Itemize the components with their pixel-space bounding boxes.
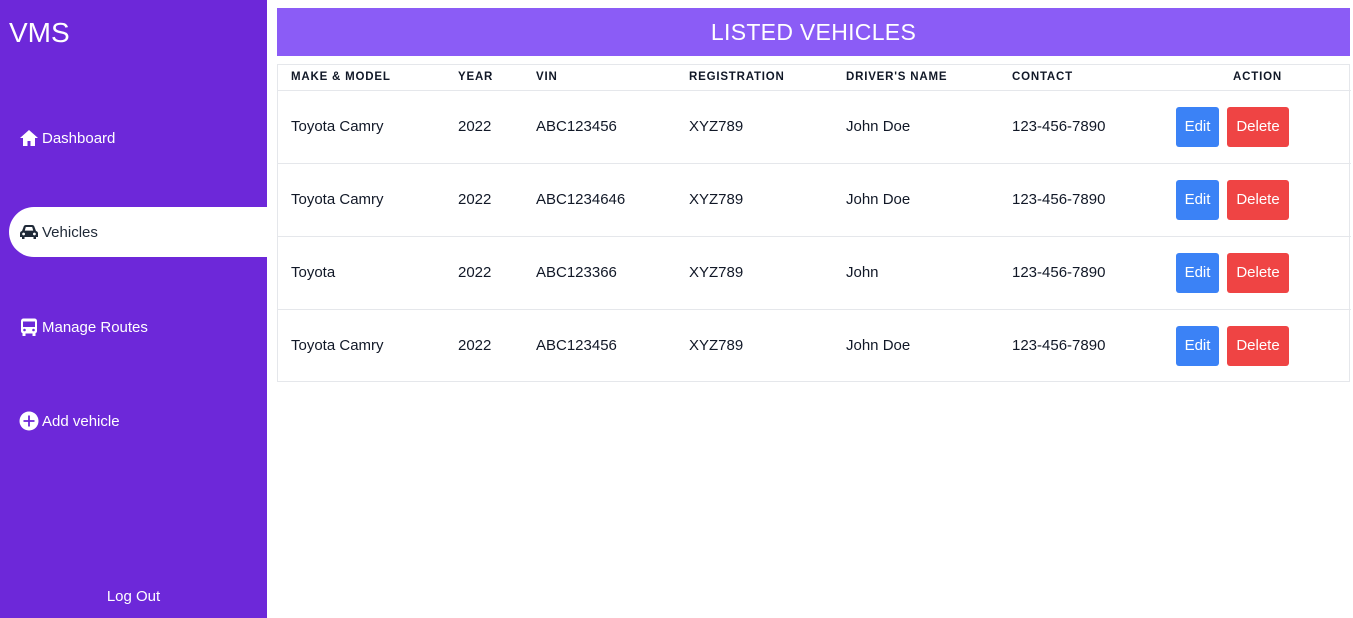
sidebar-item-label: Manage Routes	[42, 318, 148, 336]
cell-contact: 123-456-7890	[999, 236, 1164, 310]
cell-contact: 123-456-7890	[999, 90, 1164, 164]
cell-driver: John	[833, 236, 999, 310]
edit-button[interactable]: Edit	[1176, 179, 1219, 220]
cell-year: 2022	[458, 337, 492, 355]
edit-button[interactable]: Edit	[1176, 325, 1219, 366]
column-header-year[interactable]: YEAR	[445, 65, 523, 91]
cell-contact: 123-456-7890	[1012, 337, 1106, 355]
cell-registration: XYZ789	[689, 337, 744, 355]
page-title: LISTED VEHICLES	[710, 18, 917, 45]
cell-actions: Edit Delete	[1164, 163, 1351, 237]
edit-button[interactable]: Edit	[1176, 252, 1219, 293]
column-header-vin[interactable]: VIN	[523, 65, 676, 91]
delete-button[interactable]: Delete	[1227, 252, 1289, 293]
column-header-registration[interactable]: REGISTRATION	[676, 65, 833, 91]
table-row: Toyota Camry 2022 ABC123456 XYZ789 John …	[278, 90, 1351, 164]
sidebar-item-label: Dashboard	[42, 129, 116, 147]
table-row: Toyota Camry 2022 ABC123456 XYZ789 John …	[278, 309, 1351, 382]
column-header-contact[interactable]: CONTACT	[999, 65, 1164, 91]
cell-vin: ABC123456	[536, 337, 617, 355]
column-header-action: ACTION	[1164, 65, 1351, 91]
cell-make-model: Toyota Camry	[278, 163, 445, 237]
plus-circle-icon	[19, 411, 39, 431]
sidebar-item-dashboard[interactable]: Dashboard	[9, 113, 267, 163]
cell-actions: Edit Delete	[1164, 236, 1351, 310]
column-header-driver-name[interactable]: DRIVER'S NAME	[833, 65, 999, 91]
delete-button[interactable]: Delete	[1227, 179, 1289, 220]
cell-year: 2022	[445, 236, 523, 310]
brand-logo: VMS	[9, 17, 70, 48]
car-icon	[19, 222, 39, 242]
vehicles-table-container: MAKE & MODEL YEAR VIN REGISTRATION DRIVE…	[277, 64, 1351, 382]
cell-driver: John Doe	[846, 337, 911, 355]
cell-registration: XYZ789	[676, 236, 833, 310]
cell-driver: John Doe	[833, 90, 999, 164]
cell-vin: ABC123456	[523, 90, 676, 164]
cell-actions: Edit Delete	[1164, 90, 1351, 164]
edit-button[interactable]: Edit	[1176, 106, 1219, 147]
cell-vin: ABC1234646	[523, 163, 676, 237]
sidebar-item-manage-routes[interactable]: Manage Routes	[9, 302, 267, 352]
sidebar-item-add-vehicle[interactable]: Add vehicle	[9, 396, 267, 446]
sidebar-item-label: Vehicles	[42, 223, 98, 241]
cell-make-model: Toyota	[278, 236, 445, 310]
vehicles-table: MAKE & MODEL YEAR VIN REGISTRATION DRIVE…	[278, 65, 1351, 382]
sidebar-item-label: Add vehicle	[42, 412, 120, 430]
page-header: LISTED VEHICLES	[277, 8, 1350, 56]
table-header-row: MAKE & MODEL YEAR VIN REGISTRATION DRIVE…	[278, 65, 1351, 91]
cell-driver: John Doe	[833, 163, 999, 237]
cell-year: 2022	[445, 90, 523, 164]
cell-year: 2022	[445, 163, 523, 237]
cell-registration: XYZ789	[676, 90, 833, 164]
logout-link[interactable]: Log Out	[0, 588, 267, 605]
bus-icon	[19, 317, 39, 337]
sidebar: VMS Dashboard Vehicles Manage Routes Add…	[0, 0, 267, 618]
home-icon	[19, 128, 39, 148]
table-row: Toyota 2022 ABC123366 XYZ789 John 123-45…	[278, 236, 1351, 310]
cell-make-model: Toyota Camry	[291, 337, 384, 355]
cell-make-model: Toyota Camry	[278, 90, 445, 164]
cell-contact: 123-456-7890	[999, 163, 1164, 237]
app-root: VMS Dashboard Vehicles Manage Routes Add…	[0, 0, 1353, 618]
column-header-make-model[interactable]: MAKE & MODEL	[278, 65, 445, 91]
sidebar-item-vehicles[interactable]: Vehicles	[9, 207, 267, 257]
delete-button[interactable]: Delete	[1227, 325, 1289, 366]
cell-actions: Edit Delete	[1164, 309, 1351, 382]
cell-vin: ABC123366	[523, 236, 676, 310]
delete-button[interactable]: Delete	[1227, 106, 1289, 147]
cell-registration: XYZ789	[676, 163, 833, 237]
table-row: Toyota Camry 2022 ABC1234646 XYZ789 John…	[278, 163, 1351, 237]
